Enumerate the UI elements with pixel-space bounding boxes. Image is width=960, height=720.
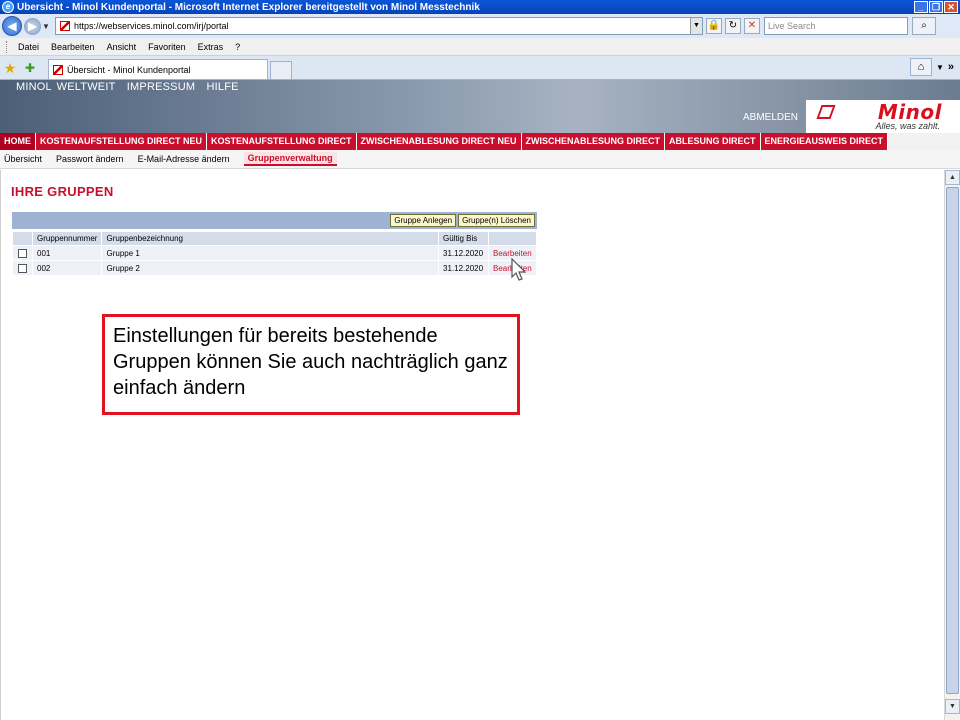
nav-energieausweis-direct[interactable]: ENERGIEAUSWEIS DIRECT: [761, 133, 889, 150]
nav-kostenaufstellung-direct-neu[interactable]: KOSTENAUFSTELLUNG DIRECT NEU: [36, 133, 207, 150]
back-button[interactable]: ◀: [2, 16, 22, 36]
cell-gruppennummer: 001: [31, 245, 103, 261]
table-row: 001 Gruppe 1 31.12.2020 Bearbeiten: [12, 245, 537, 261]
more-tools-chevron-icon[interactable]: »: [948, 61, 954, 73]
scroll-up-icon[interactable]: ▲: [945, 170, 960, 185]
nav-home[interactable]: HOME: [0, 133, 36, 150]
page-title: IHRE GRUPPEN: [11, 184, 114, 199]
nav-ablesung-direct[interactable]: ABLESUNG DIRECT: [665, 133, 761, 150]
refresh-icon[interactable]: ↻: [725, 18, 741, 34]
subnav-email-aendern[interactable]: E-Mail-Adresse ändern: [138, 154, 230, 164]
cell-gueltig-bis: 31.12.2020: [438, 260, 489, 276]
scroll-thumb[interactable]: [946, 187, 959, 694]
home-icon[interactable]: ⌂: [909, 58, 932, 76]
tab-bar: ★ ✚ Übersicht - Minol Kundenportal ⌂ ▼ »: [0, 56, 960, 80]
close-button[interactable]: ✕: [944, 1, 958, 13]
delete-groups-button[interactable]: Gruppe(n) Löschen: [458, 214, 535, 227]
new-tab-button[interactable]: [270, 61, 292, 79]
row-checkbox[interactable]: [18, 263, 27, 273]
grid-toolbar: Gruppe Anlegen Gruppe(n) Löschen: [12, 212, 537, 229]
link-hilfe[interactable]: HILFE: [206, 81, 238, 93]
tab-favicon-icon: [53, 64, 63, 75]
row-select-cell: [12, 260, 33, 276]
menu-ansicht[interactable]: Ansicht: [101, 42, 143, 52]
minol-logo: Minol Alles, was zahlt.: [806, 100, 960, 133]
cell-gruppenbezeichnung: Gruppe 1: [101, 245, 439, 261]
tab-tools: ⌂ ▼ »: [909, 58, 954, 76]
vertical-scrollbar[interactable]: ▲ ▼: [944, 170, 960, 720]
menu-datei[interactable]: Datei: [12, 42, 45, 52]
groups-table: Gruppennummer Gruppenbezeichnung Gültig …: [12, 231, 537, 276]
scroll-down-icon[interactable]: ▼: [945, 699, 960, 714]
groups-grid: Gruppe Anlegen Gruppe(n) Löschen Gruppen…: [12, 212, 537, 276]
select-column-header: [12, 231, 33, 246]
table-header-row: Gruppennummer Gruppenbezeichnung Gültig …: [12, 231, 537, 246]
link-impressum[interactable]: IMPRESSUM: [127, 81, 195, 93]
subnav-passwort-aendern[interactable]: Passwort ändern: [56, 154, 124, 164]
tab-title: Übersicht - Minol Kundenportal: [67, 64, 191, 75]
address-field[interactable]: https://webservices.minol.com/irj/portal…: [55, 17, 703, 35]
search-icon[interactable]: ⌕: [912, 17, 936, 35]
address-toolbar: ◀ ▶ ▼ https://webservices.minol.com/irj/…: [0, 14, 960, 38]
maximize-button[interactable]: ❐: [929, 1, 943, 13]
subnav-gruppenverwaltung[interactable]: Gruppenverwaltung: [243, 152, 337, 166]
home-dropdown-icon[interactable]: ▼: [936, 63, 944, 72]
logout-link[interactable]: ABMELDEN: [743, 112, 798, 123]
info-callout: Einstellungen für bereits bestehende Gru…: [102, 314, 520, 415]
menu-bar: Datei Bearbeiten Ansicht Favoriten Extra…: [0, 38, 960, 56]
favorites-star-icon[interactable]: ★: [2, 60, 18, 76]
add-favorite-icon[interactable]: ✚: [22, 60, 38, 76]
content-area: IHRE GRUPPEN Gruppe Anlegen Gruppe(n) Lö…: [0, 170, 944, 720]
column-header-action: [488, 231, 537, 246]
minimize-button[interactable]: _: [914, 1, 928, 13]
subnav-uebersicht[interactable]: Übersicht: [4, 154, 42, 164]
add-group-button[interactable]: Gruppe Anlegen: [390, 214, 457, 227]
url-text[interactable]: https://webservices.minol.com/irj/portal: [74, 21, 690, 31]
nav-zwischenablesung-direct[interactable]: ZWISCHENABLESUNG DIRECT: [522, 133, 666, 150]
menu-help[interactable]: ?: [229, 42, 246, 52]
link-minol-weltweit[interactable]: MINOL WELTWEIT: [16, 81, 116, 93]
table-row: 002 Gruppe 2 31.12.2020 Bearbeiten: [12, 260, 537, 276]
nav-filler: [888, 133, 960, 150]
lock-icon[interactable]: 🔒: [706, 18, 722, 34]
menu-bearbeiten[interactable]: Bearbeiten: [45, 42, 101, 52]
column-header-gruppennummer[interactable]: Gruppennummer: [31, 231, 103, 246]
row-select-cell: [12, 245, 33, 261]
menu-extras[interactable]: Extras: [192, 42, 230, 52]
nav-kostenaufstellung-direct[interactable]: KOSTENAUFSTELLUNG DIRECT: [207, 133, 357, 150]
logo-slogan: Alles, was zahlt.: [875, 121, 940, 131]
main-navigation: HOME KOSTENAUFSTELLUNG DIRECT NEU KOSTEN…: [0, 133, 960, 150]
sub-navigation: Übersicht Passwort ändern E-Mail-Adresse…: [0, 150, 960, 169]
toolbar-grip: [6, 40, 9, 53]
tab-minol-kundenportal[interactable]: Übersicht - Minol Kundenportal: [48, 59, 268, 79]
window-title: Übersicht - Minol Kundenportal - Microso…: [17, 1, 480, 13]
minol-logo-mark-icon: [816, 105, 836, 119]
history-dropdown-icon[interactable]: ▼: [41, 22, 51, 31]
edit-link[interactable]: Bearbeiten: [493, 249, 532, 258]
site-favicon-icon: [60, 21, 70, 31]
cell-gruppenbezeichnung: Gruppe 2: [101, 260, 439, 276]
forward-button[interactable]: ▶: [24, 17, 41, 35]
internet-explorer-icon: e: [2, 1, 14, 13]
menu-favoriten[interactable]: Favoriten: [142, 42, 192, 52]
nav-zwischenablesung-direct-neu[interactable]: ZWISCHENABLESUNG DIRECT NEU: [357, 133, 522, 150]
window-controls: _ ❐ ✕: [914, 1, 958, 13]
row-checkbox[interactable]: [18, 248, 27, 258]
address-dropdown-icon[interactable]: ▼: [690, 18, 702, 34]
top-links: MINOL WELTWEIT IMPRESSUM HILFE: [16, 81, 245, 93]
column-header-gruppenbezeichnung[interactable]: Gruppenbezeichnung: [101, 231, 439, 246]
column-header-gueltig-bis[interactable]: Gültig Bis: [438, 231, 489, 246]
portal-header: MINOL WELTWEIT IMPRESSUM HILFE ABMELDEN …: [0, 80, 960, 133]
search-input[interactable]: Live Search: [764, 17, 908, 35]
window-title-bar: e Übersicht - Minol Kundenportal - Micro…: [0, 0, 960, 14]
cell-gueltig-bis: 31.12.2020: [438, 245, 489, 261]
cell-gruppennummer: 002: [31, 260, 103, 276]
stop-icon[interactable]: ✕: [744, 18, 760, 34]
